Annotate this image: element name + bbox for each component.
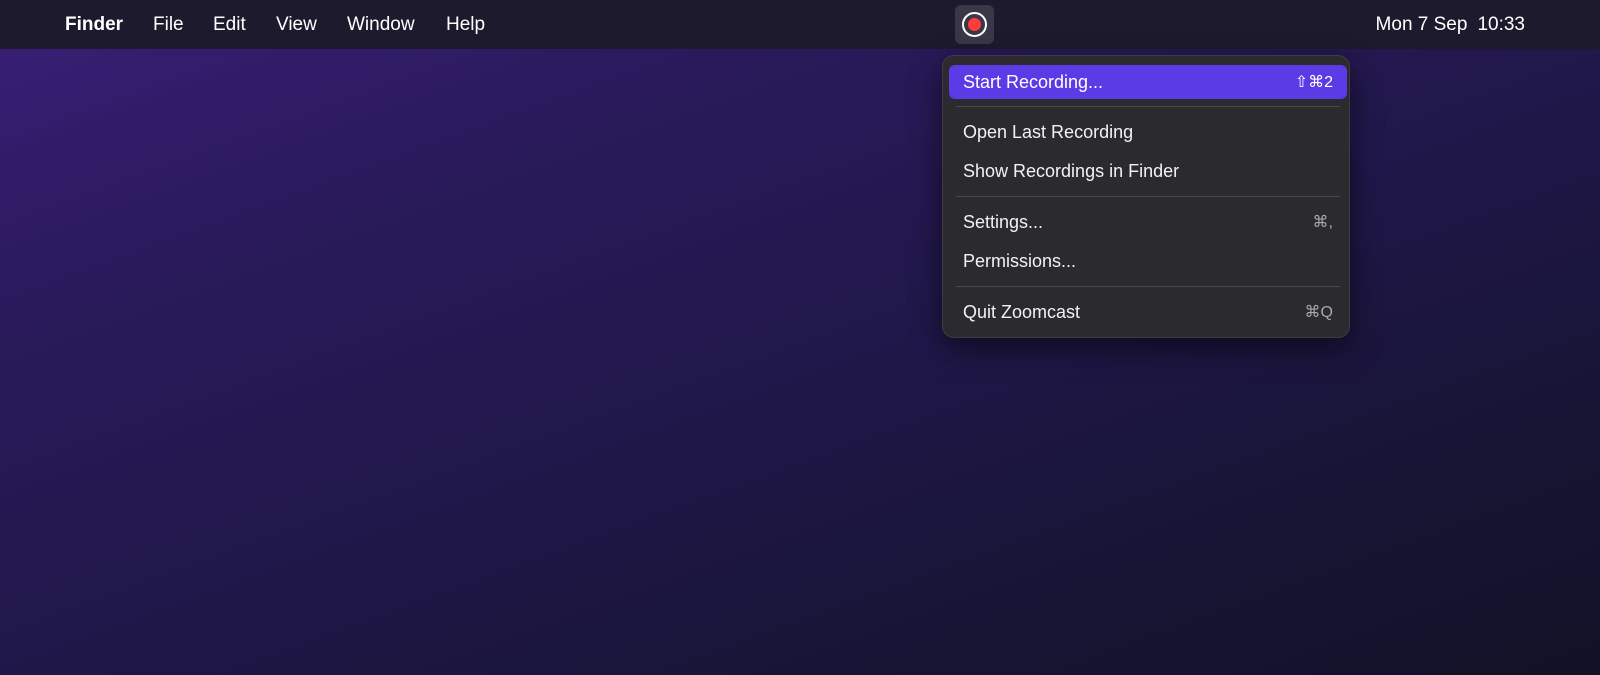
- clock-time: 10:33: [1477, 14, 1525, 35]
- menu-item-quit-zoomcast[interactable]: Quit Zoomcast ⌘Q: [949, 295, 1347, 329]
- menu-item-shortcut: ⌘Q: [1304, 304, 1333, 321]
- record-dot: [968, 18, 981, 31]
- zoomcast-tray-button[interactable]: [955, 5, 994, 44]
- zoomcast-menu: Start Recording... ⇧⌘2 Open Last Recordi…: [942, 55, 1350, 338]
- menu-item-label: Settings...: [963, 211, 1044, 232]
- menu-item-settings[interactable]: Settings... ⌘,: [949, 205, 1347, 239]
- menu-item-label: Open Last Recording: [963, 121, 1134, 142]
- menu-separator: [956, 196, 1340, 197]
- menu-separator: [956, 286, 1340, 287]
- menu-item-start-recording[interactable]: Start Recording... ⇧⌘2: [949, 65, 1347, 99]
- menu-item-label: Show Recordings in Finder: [963, 160, 1180, 181]
- menu-file[interactable]: File: [153, 0, 184, 49]
- menu-item-label: Quit Zoomcast: [963, 301, 1081, 322]
- menu-help[interactable]: Help: [446, 0, 485, 49]
- menu-item-permissions[interactable]: Permissions...: [949, 244, 1347, 278]
- menu-item-label: Permissions...: [963, 250, 1077, 271]
- menu-item-shortcut: ⇧⌘2: [1294, 74, 1333, 91]
- menu-window[interactable]: Window: [347, 0, 415, 49]
- menu-app-name[interactable]: Finder: [65, 0, 123, 49]
- menu-view[interactable]: View: [276, 0, 317, 49]
- record-icon: [962, 12, 987, 37]
- menu-bar-clock[interactable]: Mon 7 Sep 10:33: [1376, 0, 1525, 49]
- menu-item-label: Start Recording...: [963, 71, 1104, 92]
- menu-item-show-recordings-in-finder[interactable]: Show Recordings in Finder: [949, 154, 1347, 188]
- menu-edit[interactable]: Edit: [213, 0, 246, 49]
- menu-bar: Finder File Edit View Window Help Mon 7 …: [0, 0, 1600, 49]
- clock-date: Mon 7 Sep: [1375, 14, 1468, 35]
- menu-item-open-last-recording[interactable]: Open Last Recording: [949, 115, 1347, 149]
- menu-item-shortcut: ⌘,: [1312, 214, 1333, 231]
- menu-separator: [956, 106, 1340, 107]
